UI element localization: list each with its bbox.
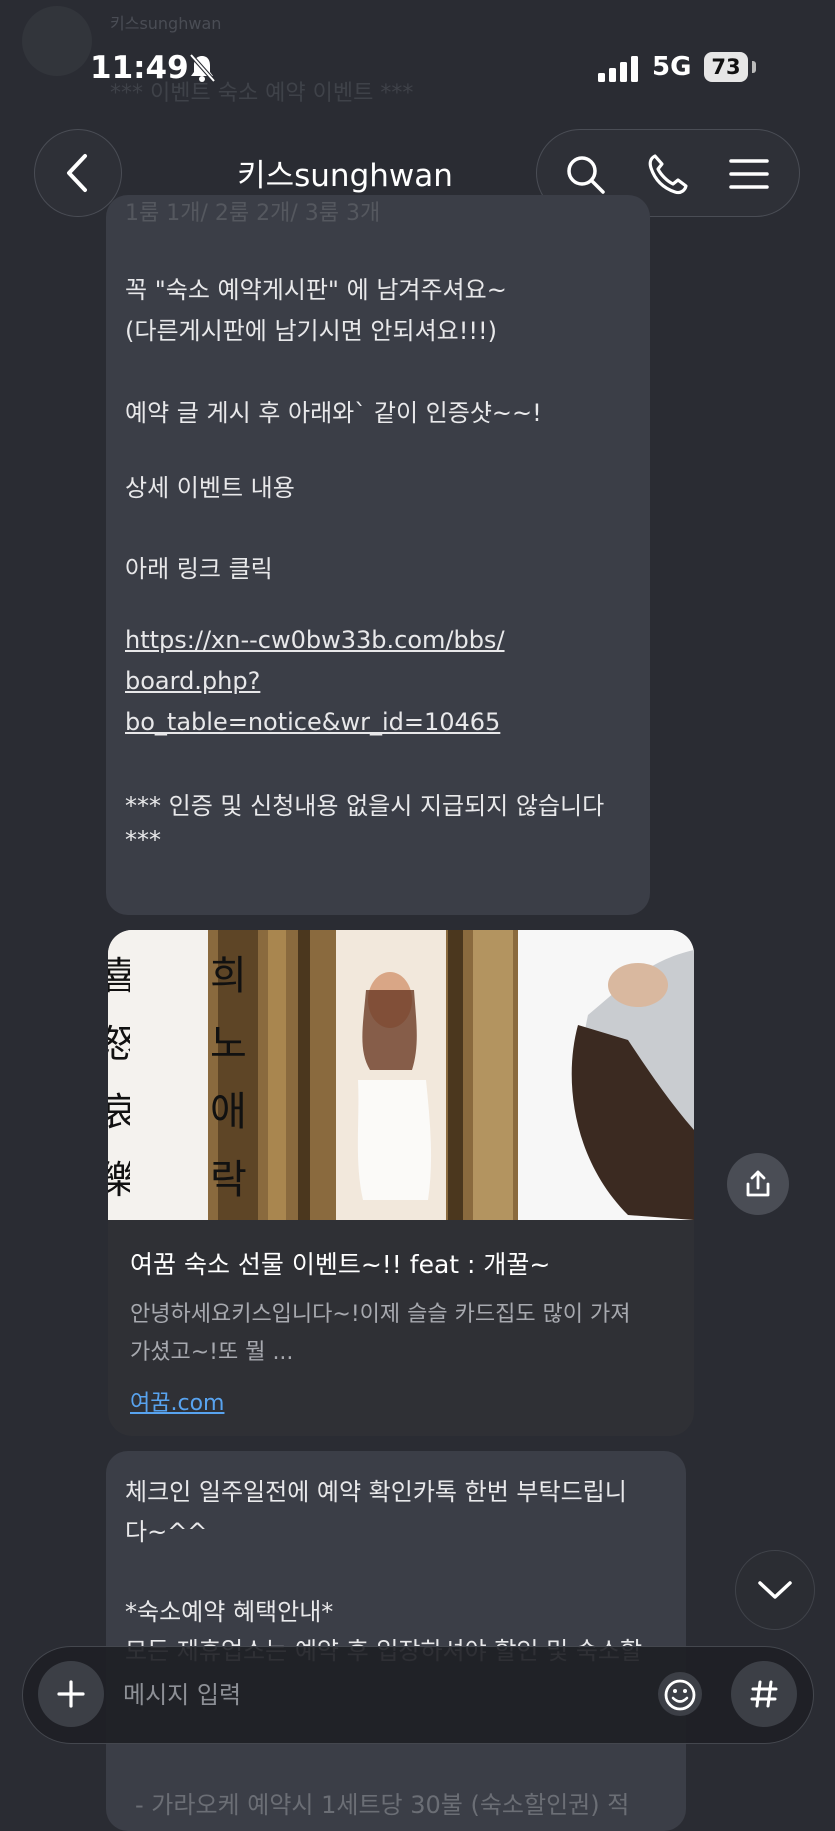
- menu-icon[interactable]: [727, 152, 771, 196]
- attach-button[interactable]: [38, 1661, 104, 1727]
- message-line: ***: [125, 826, 161, 854]
- link-preview-card[interactable]: 희 노 애 락 喜 怒 哀 樂 여꿈 숙소 선물 이벤트~!! feat : 개…: [108, 930, 694, 1436]
- phone-icon[interactable]: [645, 152, 689, 196]
- hashtag-button[interactable]: [731, 1661, 797, 1727]
- battery-tip: [752, 61, 756, 73]
- message-link[interactable]: bo_table=notice&wr_id=10465: [125, 708, 500, 736]
- signal-icon: [598, 56, 638, 82]
- faded-sender: 키스sunghwan: [110, 14, 222, 33]
- message-line: 아래 링크 클릭: [125, 555, 273, 583]
- bell-slash-icon: [189, 53, 216, 83]
- message-line-partial: 1룸 1개/ 2룸 2개/ 3룸 3개: [125, 201, 381, 226]
- card-domain-link[interactable]: 여꿈.com: [130, 1385, 224, 1417]
- faded-avatar: [22, 6, 92, 76]
- search-icon[interactable]: [563, 152, 607, 196]
- message-line: (다른게시판에 남기시면 안되셔요!!!): [125, 317, 497, 345]
- image-calligraphy: 희 노 애 락: [210, 953, 247, 1203]
- chevron-down-icon: [758, 1581, 792, 1599]
- emoji-icon[interactable]: [655, 1669, 705, 1719]
- plus-icon: [57, 1680, 85, 1708]
- chat-title: 키스sunghwan: [237, 158, 453, 194]
- message-input[interactable]: [121, 1661, 665, 1729]
- card-description: 가셨고~!또 뭘 ...: [130, 1340, 294, 1365]
- network-label: 5G: [652, 52, 692, 82]
- message-line: 꼭 "숙소 예약게시판" 에 남겨주셔요~: [125, 276, 507, 304]
- message-line: *숙소예약 혜택안내*: [125, 1598, 334, 1626]
- hashtag-icon: [750, 1680, 778, 1708]
- share-icon: [746, 1170, 770, 1197]
- preview-photo: [108, 930, 694, 1220]
- preview-image: 희 노 애 락 喜 怒 哀 樂: [108, 930, 694, 1220]
- message-line: 체크인 일주일전에 예약 확인카톡 한번 부탁드립니: [125, 1478, 627, 1506]
- scroll-to-bottom-button[interactable]: [735, 1550, 815, 1630]
- message-line: 다~^^: [125, 1518, 208, 1546]
- card-description: 안녕하세요키스입니다~!이제 슬슬 카드집도 많이 가져: [130, 1302, 631, 1327]
- message-line: 예약 글 게시 후 아래와` 같이 인증샷~~!: [125, 399, 542, 427]
- battery-icon: 73: [704, 52, 748, 82]
- message-line: 상세 이벤트 내용: [125, 474, 295, 502]
- message-input-bar: [22, 1646, 814, 1744]
- message-link[interactable]: https://xn--cw0bw33b.com/bbs/: [125, 626, 505, 654]
- message-line: *** 인증 및 신청내용 없을시 지급되지 않습니다: [125, 792, 605, 820]
- chevron-left-icon: [67, 154, 87, 192]
- card-title: 여꿈 숙소 선물 이벤트~!! feat : 개꿀~: [130, 1250, 551, 1279]
- image-calligraphy-left: 喜 怒 哀 樂: [108, 954, 130, 1202]
- share-button[interactable]: [727, 1153, 789, 1215]
- status-time: 11:49: [90, 50, 189, 86]
- message-link[interactable]: board.php?: [125, 667, 260, 695]
